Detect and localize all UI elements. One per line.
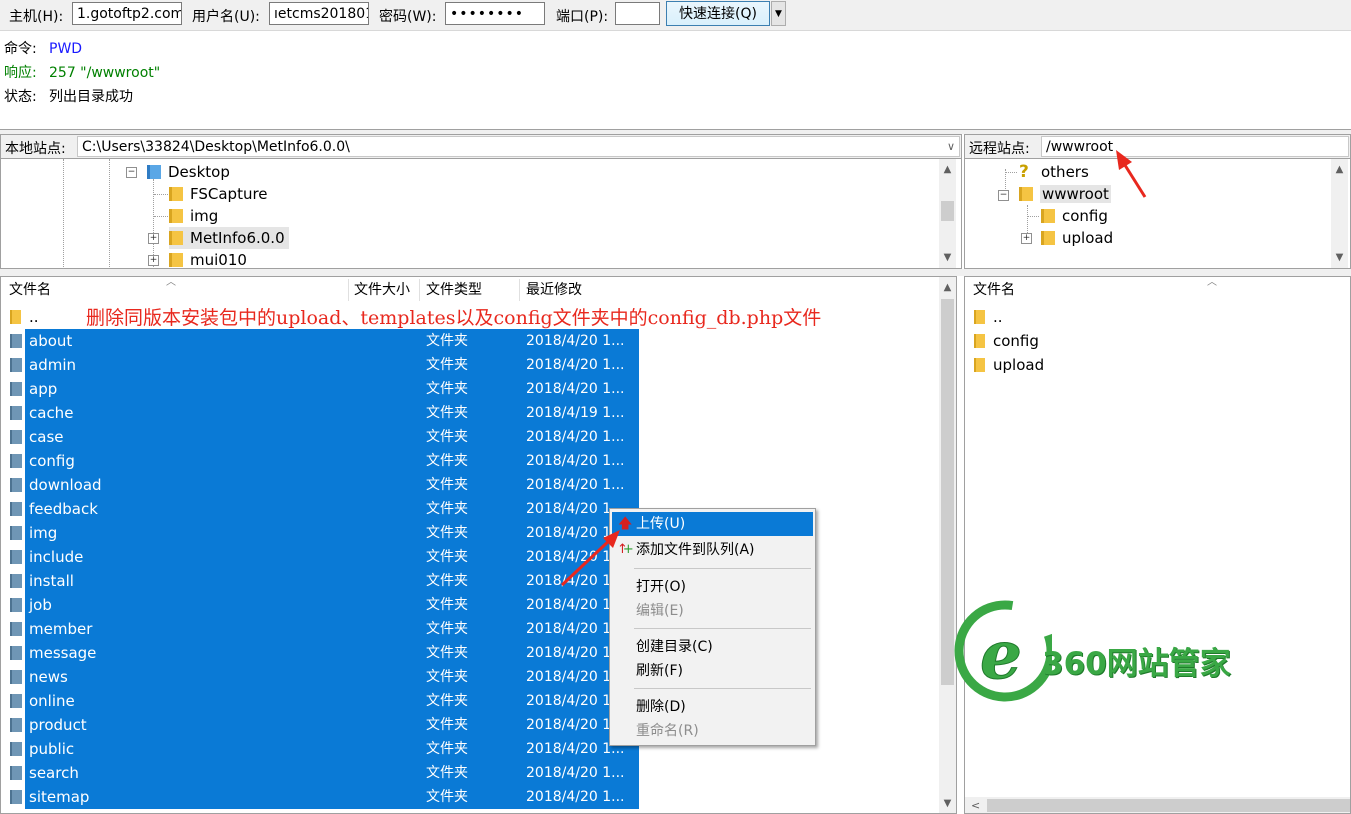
- watermark-text: 360网站管家: [1042, 646, 1231, 682]
- e-logo-icon: e: [954, 600, 1052, 702]
- watermark-logo: e 360网站管家: [952, 598, 1262, 708]
- arrow-icon: [560, 530, 620, 587]
- svg-text:e: e: [980, 616, 1022, 694]
- arrow-icon: [1116, 150, 1147, 198]
